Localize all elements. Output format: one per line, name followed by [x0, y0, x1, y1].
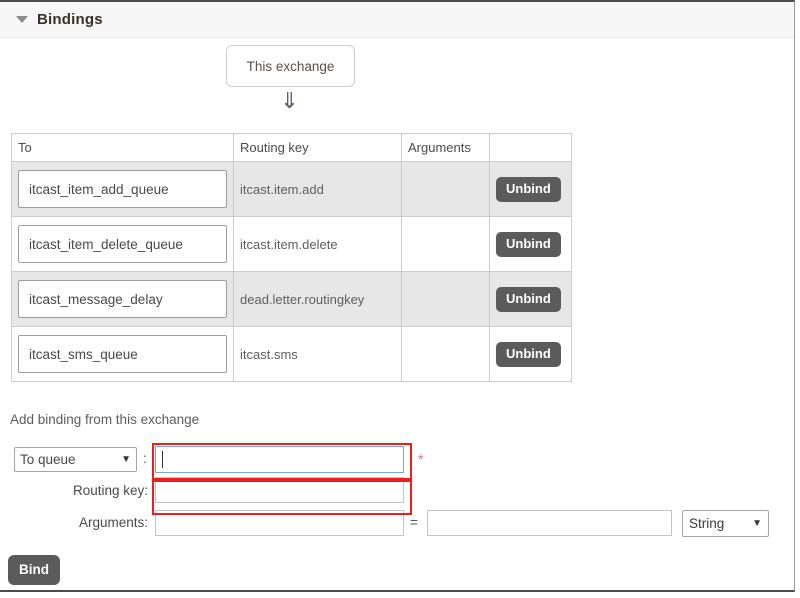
- queue-link[interactable]: itcast_message_delay: [18, 280, 227, 318]
- argument-type-select[interactable]: String ▼: [682, 510, 769, 537]
- arguments-label: Arguments:: [78, 515, 148, 530]
- unbind-button[interactable]: Unbind: [496, 231, 561, 257]
- cell-action: Unbind: [489, 216, 572, 272]
- cell-arguments: [401, 326, 490, 382]
- cell-arguments: [401, 216, 490, 272]
- bindings-panel: Bindings This exchange ⇓ To Routing key …: [0, 0, 795, 592]
- cell-routing-key: itcast.item.add: [233, 161, 402, 217]
- form-row-arguments: Arguments: = String ▼: [0, 506, 794, 538]
- required-asterisk: *: [418, 451, 424, 467]
- cell-routing-key: itcast.item.delete: [233, 216, 402, 272]
- column-header-routing-key[interactable]: Routing key: [233, 133, 402, 162]
- cell-to: itcast_sms_queue: [11, 326, 234, 382]
- equals-sign: =: [410, 515, 418, 530]
- bindings-table: To Routing key Arguments itcast_item_add…: [11, 133, 572, 382]
- argument-type-value: String: [689, 516, 725, 531]
- destination-type-select[interactable]: To queue ▼: [14, 447, 137, 472]
- table-row: itcast_item_delete_queue itcast.item.del…: [11, 216, 572, 272]
- cell-to: itcast_item_delete_queue: [11, 216, 234, 272]
- routing-key-input[interactable]: [155, 477, 404, 503]
- destination-type-value: To queue: [20, 452, 76, 467]
- routing-key-label: Routing key:: [72, 483, 148, 498]
- queue-link[interactable]: itcast_item_add_queue: [18, 170, 227, 208]
- cell-action: Unbind: [489, 271, 572, 327]
- cell-routing-key: dead.letter.routingkey: [233, 271, 402, 327]
- form-row-routing-key: Routing key:: [0, 474, 794, 506]
- cell-arguments: [401, 161, 490, 217]
- cell-action: Unbind: [489, 326, 572, 382]
- table-header-row: To Routing key Arguments: [11, 133, 572, 162]
- queue-link[interactable]: itcast_item_delete_queue: [18, 225, 227, 263]
- table-row: itcast_item_add_queue itcast.item.add Un…: [11, 161, 572, 217]
- column-header-actions: [489, 133, 572, 162]
- chevron-down-icon: ▼: [752, 518, 762, 529]
- unbind-button[interactable]: Unbind: [496, 176, 561, 202]
- down-arrow-icon: ⇓: [280, 88, 299, 113]
- triangle-down-icon[interactable]: [16, 16, 28, 23]
- chevron-down-icon: ▼: [121, 454, 131, 465]
- destination-colon: :: [143, 451, 147, 466]
- cell-action: Unbind: [489, 161, 572, 217]
- table-row: itcast_sms_queue itcast.sms Unbind: [11, 326, 572, 382]
- queue-link[interactable]: itcast_sms_queue: [18, 335, 227, 373]
- unbind-button[interactable]: Unbind: [496, 286, 561, 312]
- argument-value-input[interactable]: [427, 510, 672, 536]
- cell-routing-key: itcast.sms: [233, 326, 402, 382]
- this-exchange-node: This exchange: [226, 45, 355, 87]
- text-cursor-icon: [162, 451, 163, 468]
- cell-arguments: [401, 271, 490, 327]
- table-row: itcast_message_delay dead.letter.routing…: [11, 271, 572, 327]
- bind-button[interactable]: Bind: [8, 555, 60, 585]
- add-binding-caption: Add binding from this exchange: [10, 412, 200, 427]
- bindings-section-header[interactable]: Bindings: [0, 2, 794, 38]
- column-header-to[interactable]: To: [11, 133, 234, 162]
- form-row-destination: To queue ▼ : *: [0, 442, 794, 474]
- column-header-arguments[interactable]: Arguments: [401, 133, 490, 162]
- cell-to: itcast_message_delay: [11, 271, 234, 327]
- this-exchange-label: This exchange: [246, 58, 335, 74]
- unbind-button[interactable]: Unbind: [496, 341, 561, 367]
- cell-to: itcast_item_add_queue: [11, 161, 234, 217]
- argument-key-input[interactable]: [155, 510, 404, 536]
- add-binding-form: To queue ▼ : * Routing key: Arguments: =…: [0, 442, 794, 538]
- page-title: Bindings: [37, 11, 103, 28]
- destination-input[interactable]: [155, 446, 404, 473]
